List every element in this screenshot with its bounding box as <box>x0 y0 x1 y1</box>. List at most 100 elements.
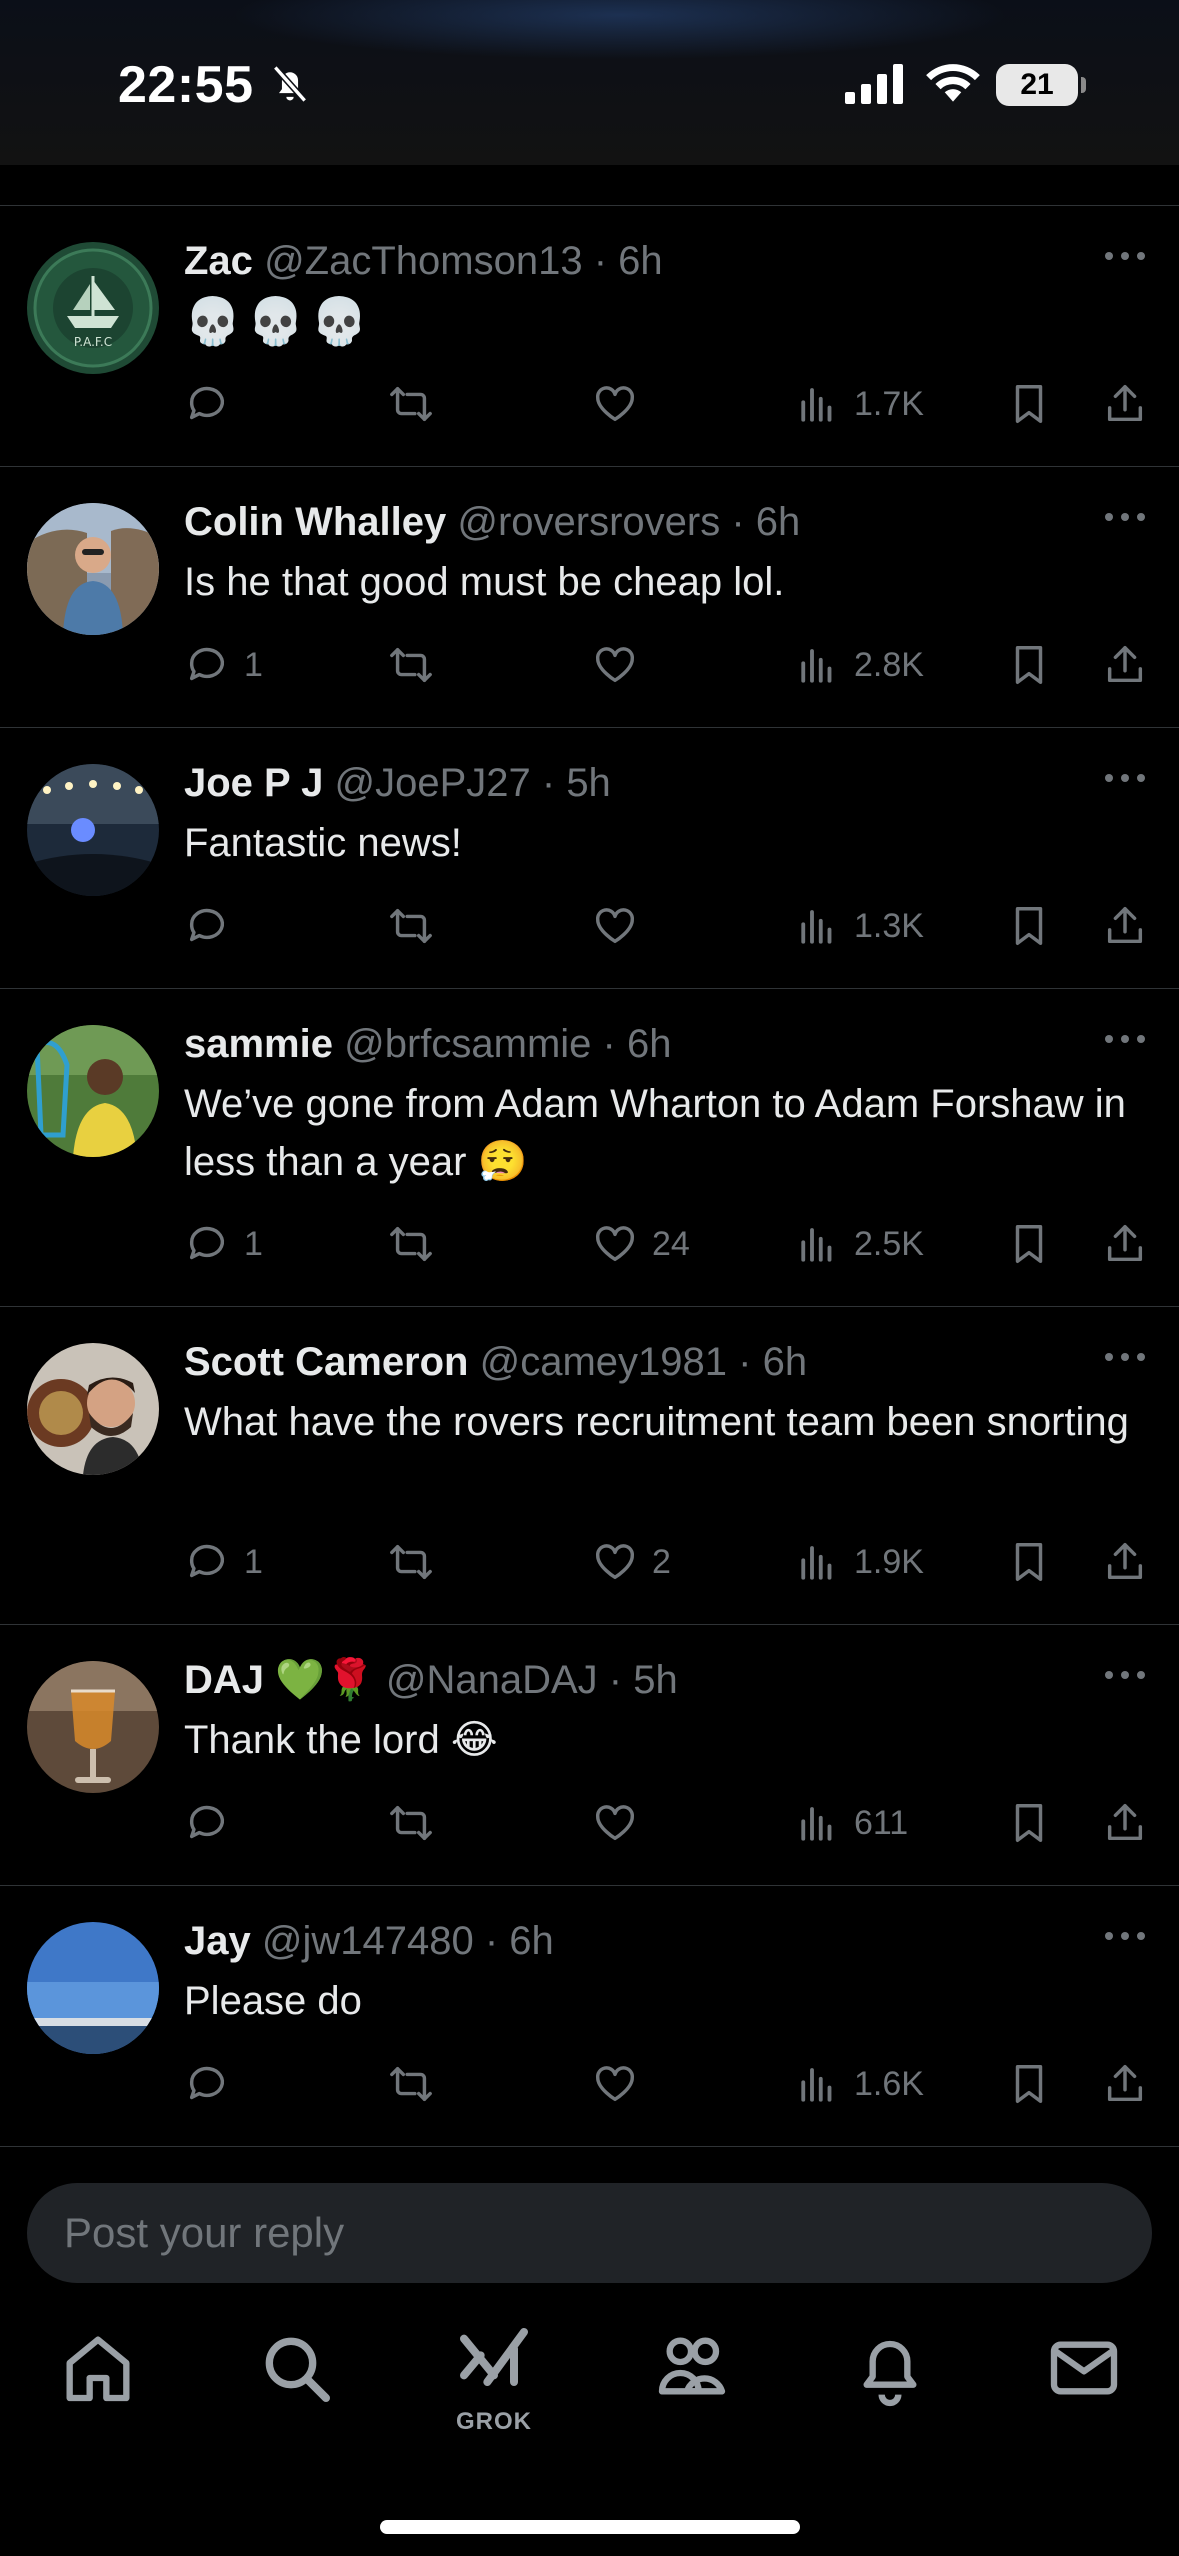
reply-item[interactable]: Jay @jw147480 · 6h Please do 1.6K <box>0 1886 1179 2147</box>
bookmark-button[interactable] <box>1006 2056 1052 2112</box>
user-handle[interactable]: @brfcsammie <box>344 1022 591 1066</box>
repost-button[interactable] <box>388 637 434 693</box>
notifications-bell-icon[interactable] <box>850 2328 930 2408</box>
messages-envelope-icon[interactable] <box>1044 2328 1124 2408</box>
avatar[interactable] <box>27 764 159 896</box>
timestamp[interactable]: 6h <box>763 1340 808 1384</box>
bookmark-button[interactable] <box>1006 898 1052 954</box>
reply-button[interactable] <box>184 376 244 432</box>
timestamp[interactable]: 5h <box>566 761 611 805</box>
avatar[interactable] <box>27 1343 159 1475</box>
avatar[interactable] <box>27 503 159 635</box>
user-handle[interactable]: @NanaDAJ <box>386 1658 598 1702</box>
share-button[interactable] <box>1102 1795 1148 1851</box>
home-icon[interactable] <box>58 2328 138 2408</box>
reply-text: Thank the lord 😂 <box>184 1718 498 1762</box>
grok-icon[interactable] <box>454 2322 534 2402</box>
display-name[interactable]: Zac <box>184 239 253 283</box>
repost-button[interactable] <box>388 1216 434 1272</box>
share-button[interactable] <box>1102 637 1148 693</box>
bookmark-button[interactable] <box>1006 1534 1052 1590</box>
reply-icon <box>189 2066 225 2100</box>
like-button[interactable]: 24 <box>592 1216 690 1272</box>
reply-button[interactable]: 1 <box>184 637 263 693</box>
reply-item[interactable]: Joe P J @JoePJ27 · 5h Fantastic news! 1.… <box>0 728 1179 989</box>
avatar[interactable] <box>27 1661 159 1793</box>
like-button[interactable] <box>592 1795 652 1851</box>
bookmark-button[interactable] <box>1006 637 1052 693</box>
reply-item[interactable]: DAJ 💚🌹 @NanaDAJ · 5h Thank the lord 😂 61… <box>0 1625 1179 1886</box>
grok-label[interactable]: GROK <box>452 2408 536 2436</box>
timestamp[interactable]: 6h <box>618 239 663 283</box>
timestamp[interactable]: 5h <box>633 1658 678 1702</box>
more-options-icon[interactable] <box>1103 507 1147 527</box>
bookmark-button[interactable] <box>1006 1216 1052 1272</box>
like-button[interactable] <box>592 376 652 432</box>
reply-header: Joe P J @JoePJ27 · 5h <box>184 756 611 810</box>
reply-item[interactable]: P.A.F.C Zac @ZacThomson13 · 6h 💀💀💀 1.7K <box>0 206 1179 467</box>
share-button[interactable] <box>1102 2056 1148 2112</box>
reply-button[interactable]: 1 <box>184 1534 263 1590</box>
bookmark-button[interactable] <box>1006 1795 1052 1851</box>
reply-button[interactable] <box>184 2056 244 2112</box>
reply-button[interactable] <box>184 898 244 954</box>
views-button[interactable]: 1.3K <box>798 898 924 954</box>
share-button[interactable] <box>1102 898 1148 954</box>
timestamp[interactable]: 6h <box>627 1022 672 1066</box>
reply-header: DAJ 💚🌹 @NanaDAJ · 5h <box>184 1653 678 1707</box>
reply-feed[interactable]: P.A.F.C Zac @ZacThomson13 · 6h 💀💀💀 1.7K … <box>0 205 1179 2147</box>
views-button[interactable]: 1.6K <box>798 2056 924 2112</box>
repost-button[interactable] <box>388 2056 434 2112</box>
home-indicator[interactable] <box>380 2520 800 2534</box>
share-button[interactable] <box>1102 1534 1148 1590</box>
views-button[interactable]: 611 <box>798 1795 908 1851</box>
repost-button[interactable] <box>388 898 434 954</box>
communities-icon[interactable] <box>652 2328 732 2408</box>
like-button[interactable]: 2 <box>592 1534 671 1590</box>
more-options-icon[interactable] <box>1103 1926 1147 1946</box>
like-button[interactable] <box>592 2056 652 2112</box>
timestamp[interactable]: 6h <box>509 1919 554 1963</box>
like-button[interactable] <box>592 898 652 954</box>
views-button[interactable]: 1.7K <box>798 376 924 432</box>
user-handle[interactable]: @roversrovers <box>457 500 720 544</box>
more-options-icon[interactable] <box>1103 768 1147 788</box>
display-name[interactable]: Jay <box>184 1919 251 1963</box>
repost-button[interactable] <box>388 376 434 432</box>
display-name[interactable]: Scott Cameron <box>184 1340 469 1384</box>
user-handle[interactable]: @jw147480 <box>262 1919 474 1963</box>
avatar[interactable] <box>27 1025 159 1157</box>
share-button[interactable] <box>1102 376 1148 432</box>
share-button[interactable] <box>1102 1216 1148 1272</box>
search-icon[interactable] <box>256 2328 336 2408</box>
more-options-icon[interactable] <box>1103 1029 1147 1049</box>
views-button[interactable]: 2.5K <box>798 1216 924 1272</box>
user-handle[interactable]: @JoePJ27 <box>334 761 530 805</box>
reply-item[interactable]: Scott Cameron @camey1981 · 6h What have … <box>0 1307 1179 1625</box>
person-avatar-image <box>27 503 159 635</box>
reply-button[interactable] <box>184 1795 244 1851</box>
repost-button[interactable] <box>388 1795 434 1851</box>
like-button[interactable] <box>592 637 652 693</box>
user-handle[interactable]: @ZacThomson13 <box>264 239 583 283</box>
bookmark-button[interactable] <box>1006 376 1052 432</box>
more-options-icon[interactable] <box>1103 246 1147 266</box>
avatar[interactable]: P.A.F.C <box>27 242 159 374</box>
more-options-icon[interactable] <box>1103 1665 1147 1685</box>
user-handle[interactable]: @camey1981 <box>480 1340 727 1384</box>
repost-button[interactable] <box>388 1534 434 1590</box>
timestamp[interactable]: 6h <box>756 500 801 544</box>
reply-item[interactable]: sammie @brfcsammie · 6h We’ve gone from … <box>0 989 1179 1307</box>
display-name[interactable]: Colin Whalley <box>184 500 446 544</box>
reply-button[interactable]: 1 <box>184 1216 263 1272</box>
reply-item[interactable]: Colin Whalley @roversrovers · 6h Is he t… <box>0 467 1179 728</box>
more-options-icon[interactable] <box>1103 1347 1147 1367</box>
display-name[interactable]: DAJ 💚🌹 <box>184 1658 375 1702</box>
views-button[interactable]: 1.9K <box>798 1534 924 1590</box>
reply-composer-input[interactable]: Post your reply <box>27 2183 1152 2283</box>
battery-indicator: 21 <box>996 64 1078 106</box>
views-button[interactable]: 2.8K <box>798 637 924 693</box>
display-name[interactable]: Joe P J <box>184 761 323 805</box>
display-name[interactable]: sammie <box>184 1022 333 1066</box>
avatar[interactable] <box>27 1922 159 2054</box>
